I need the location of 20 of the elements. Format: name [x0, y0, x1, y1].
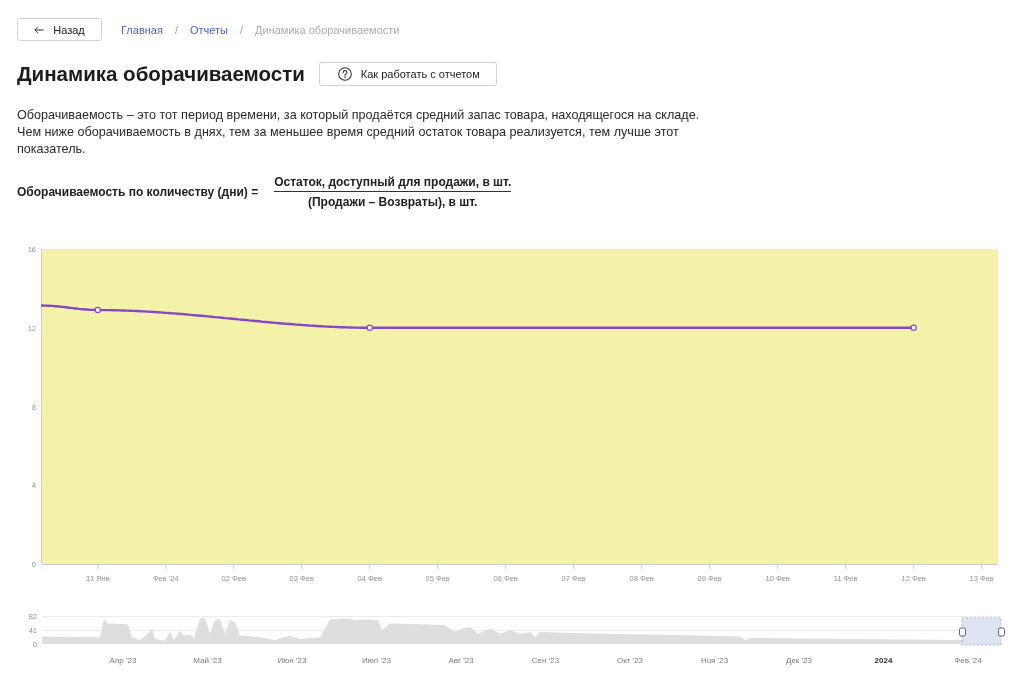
formula-denominator: (Продажи – Возвраты), в шт.: [307, 194, 478, 210]
x-axis-label: Окт '23: [616, 656, 644, 665]
x-axis-label: Май '23: [193, 656, 222, 665]
formula-label: Оборачиваемость по количеству (дни) =: [17, 185, 259, 199]
description-text: Чем ниже оборачиваемость в днях, тем за меньшее время средний остаток товара реализуется, тем лучше этот показатель.: [17, 124, 680, 158]
x-axis-label: 2024: [874, 656, 893, 665]
x-axis-label: Июл '23: [362, 656, 391, 665]
breadcrumb-current: Динамика оборачиваемости: [255, 23, 400, 36]
x-axis-label: Июн '23: [277, 656, 307, 665]
breadcrumb-separator: /: [239, 23, 244, 36]
x-axis-label: Авг '23: [448, 656, 474, 665]
x-axis-label: Дек '23: [786, 656, 812, 665]
x-axis-label: Сен '23: [531, 656, 560, 665]
x-axis-label: Фев '24: [954, 656, 982, 665]
breadcrumb-separator: /: [174, 23, 178, 36]
description-text: Оборачиваемость – это тот период времени, за который продаётся средний запас товара, находящегося на складе.: [17, 107, 701, 124]
x-axis-label: Апр '23: [109, 656, 137, 665]
page-title: Динамика оборачиваемости: [17, 61, 305, 87]
x-axis-label: Ноя '23: [700, 656, 729, 665]
formula-numerator: Остаток, доступный для продажи, в шт.: [274, 174, 512, 190]
